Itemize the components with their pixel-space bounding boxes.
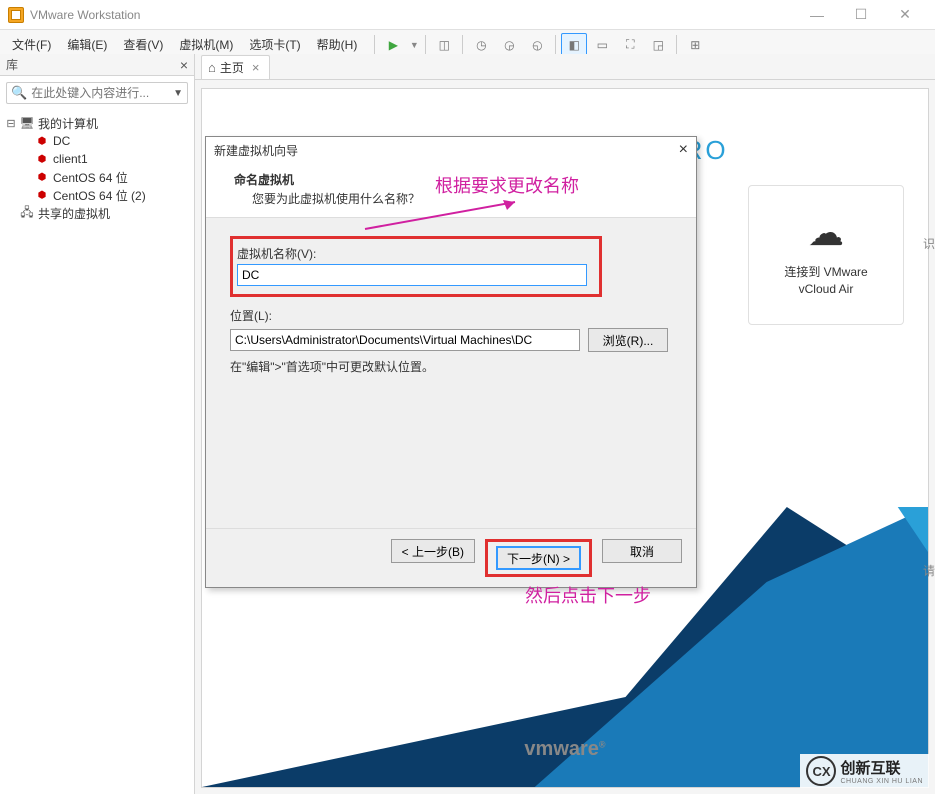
tab-label: 主页 [220,59,244,76]
tab-close-icon[interactable]: × [252,60,260,75]
vm-icon: ⬢ [34,188,50,202]
tab-bar: ⌂ 主页 × [195,54,935,80]
tree-vm-client1[interactable]: ⬢ client1 [6,150,194,168]
card-text: 连接到 VMware vCloud Air [784,264,867,298]
sidebar-search[interactable]: 🔍 ▼ [6,82,188,104]
next-highlight: 下一步(N) > [485,539,592,577]
menu-help[interactable]: 帮助(H) [309,34,366,55]
watermark: CX 创新互联 CHUANG XIN HU LIAN [800,754,929,788]
menu-edit[interactable]: 编辑(E) [59,34,115,55]
watermark-text: 创新互联 [840,757,923,778]
browse-button[interactable]: 浏览(R)... [588,328,668,352]
main-area: 库 × 🔍 ▼ ⊟ 🖥 我的计算机 ⬢ DC ⬢ client1 ⬢ [0,54,935,794]
tree-my-computer[interactable]: ⊟ 🖥 我的计算机 [6,114,194,132]
view-fullscreen-icon[interactable]: ⛶ [617,33,643,57]
tree-label: client1 [53,152,88,166]
expand-icon[interactable] [6,207,16,219]
sidebar: 库 × 🔍 ▼ ⊟ 🖥 我的计算机 ⬢ DC ⬢ client1 ⬢ [0,54,195,794]
tree-label: CentOS 64 位 (2) [53,187,146,204]
vm-name-label: 虚拟机名称(V): [237,245,589,262]
menu-tabs[interactable]: 选项卡(T) [241,34,308,55]
sidebar-header: 库 × [0,54,194,76]
location-label: 位置(L): [230,307,672,324]
back-button[interactable]: < 上一步(B) [391,539,475,563]
sidebar-title: 库 [6,56,18,73]
tree-label: DC [53,134,70,148]
search-icon: 🔍 [11,85,27,101]
app-icon [8,7,24,23]
snap2-icon[interactable]: ◶ [496,33,522,57]
vm-icon: ⬢ [34,152,50,166]
dialog-heading: 命名虚拟机 [234,171,680,188]
new-vm-wizard-dialog: 新建虚拟机向导 × 命名虚拟机 您要为此虚拟机使用什么名称？ 虚拟机名称(V):… [205,136,697,588]
vm-name-input[interactable] [237,264,587,286]
library-tree: ⊟ 🖥 我的计算机 ⬢ DC ⬢ client1 ⬢ CentOS 64 位 ⬢… [0,110,194,222]
dialog-titlebar: 新建虚拟机向导 × [206,137,696,163]
maximize-button[interactable]: ☐ [839,1,883,29]
dialog-subheading: 您要为此虚拟机使用什么名称？ [234,188,680,207]
cloud-icon: ☁ [808,212,844,254]
view-console-icon[interactable]: ▭ [589,33,615,57]
tab-home[interactable]: ⌂ 主页 × [201,55,270,79]
snap1-icon[interactable]: ◷ [468,33,494,57]
dialog-footer: < 上一步(B) 下一步(N) > 取消 [206,528,696,587]
computer-icon: 🖥 [19,116,35,130]
search-dropdown-icon[interactable]: ▼ [173,88,183,99]
location-input[interactable] [230,329,580,351]
shared-icon: 🖧 [19,206,35,220]
tree-shared-vms[interactable]: 🖧 共享的虚拟机 [6,204,194,222]
tree-vm-centos1[interactable]: ⬢ CentOS 64 位 [6,168,194,186]
window-controls: — ☐ ✕ [795,1,927,29]
collapse-icon[interactable]: ⊟ [6,117,16,130]
menu-view[interactable]: 查看(V) [115,34,171,55]
tree-vm-centos2[interactable]: ⬢ CentOS 64 位 (2) [6,186,194,204]
vm-icon: ⬢ [34,170,50,184]
menu-file[interactable]: 文件(F) [4,34,59,55]
location-hint: 在"编辑">"首选项"中可更改默认位置。 [230,358,672,375]
view-sidebar-icon[interactable]: ◧ [561,33,587,57]
dialog-body: 虚拟机名称(V): 位置(L): 浏览(R)... 在"编辑">"首选项"中可更… [206,218,696,528]
dialog-close-icon[interactable]: × [679,141,688,159]
view-thumbnails-icon[interactable]: ⊞ [682,33,708,57]
snapshot-icon[interactable]: ◫ [431,33,457,57]
power-dropdown-icon[interactable]: ▼ [408,33,420,57]
cancel-button[interactable]: 取消 [602,539,682,563]
tree-vm-dc[interactable]: ⬢ DC [6,132,194,150]
dialog-title: 新建虚拟机向导 [214,142,298,159]
minimize-button[interactable]: — [795,1,839,29]
vcloud-card[interactable]: ☁ 连接到 VMware vCloud Air [748,185,904,325]
view-unity-icon[interactable]: ◲ [645,33,671,57]
vmware-logo: vmware® [524,738,605,761]
search-input[interactable] [31,86,173,100]
content-area: ⌂ 主页 × WORKSTATION™ 12 PRO ☁ 连接到 VMware … [195,54,935,794]
snap3-icon[interactable]: ◵ [524,33,550,57]
window-title: VMware Workstation [30,8,795,22]
right-collapsed-tabs: 识 请 [923,80,935,734]
tree-label: 共享的虚拟机 [38,205,110,222]
power-on-icon[interactable]: ▶ [380,33,406,57]
title-bar: VMware Workstation — ☐ ✕ [0,0,935,30]
tree-label: 我的计算机 [38,115,98,132]
next-button[interactable]: 下一步(N) > [496,546,581,570]
vm-icon: ⬢ [34,134,50,148]
menu-vm[interactable]: 虚拟机(M) [171,34,241,55]
dialog-header: 命名虚拟机 您要为此虚拟机使用什么名称？ [206,163,696,218]
vm-name-highlight: 虚拟机名称(V): [230,236,602,297]
watermark-sub: CHUANG XIN HU LIAN [840,778,923,785]
watermark-icon: CX [806,756,836,786]
tree-label: CentOS 64 位 [53,169,128,186]
home-icon: ⌂ [208,60,216,75]
close-button[interactable]: ✕ [883,1,927,29]
sidebar-close-icon[interactable]: × [180,57,188,73]
